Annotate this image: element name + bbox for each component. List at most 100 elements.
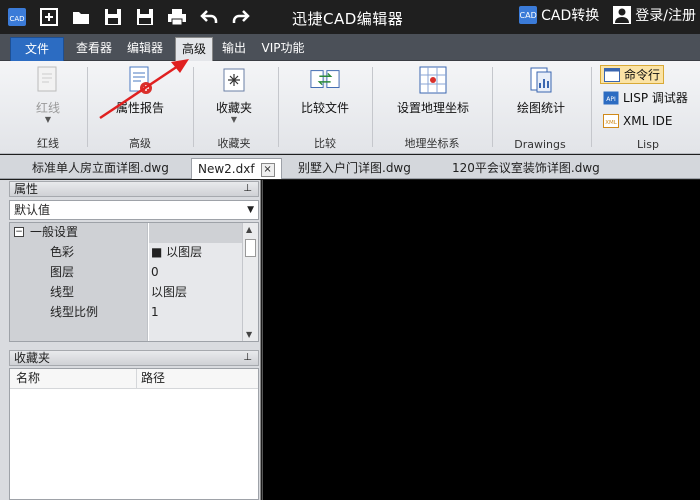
property-name: 色彩: [10, 243, 148, 263]
properties-scrollbar[interactable]: ▲ ▼: [242, 223, 258, 341]
close-icon[interactable]: ×: [260, 162, 275, 177]
group-title-favorites: 收藏夹: [217, 137, 251, 150]
cad-convert-label: CAD转换: [541, 8, 600, 24]
xml-ide-button[interactable]: XML XML IDE: [600, 111, 675, 130]
property-value[interactable]: 0: [149, 263, 242, 283]
tab-editor[interactable]: 编辑器: [120, 37, 170, 61]
tab-viewer[interactable]: 查看器: [70, 37, 118, 61]
group-title-lisp: Lisp: [637, 138, 659, 151]
tab-advanced[interactable]: 高级: [175, 37, 213, 61]
document-tab-label: 标准单人房立面详图.dwg: [32, 161, 169, 175]
tab-vip[interactable]: VIP功能: [256, 37, 310, 61]
property-row[interactable]: 色彩 ■ 以图层: [10, 243, 242, 263]
login-button[interactable]: 登录/注册: [609, 5, 700, 25]
cad-convert-icon: CAD: [519, 6, 538, 24]
app-title: 迅捷CAD编辑器: [292, 10, 404, 28]
chevron-down-icon: ▼: [230, 115, 238, 124]
ribbon-group-advanced: 属性报告 高级: [92, 61, 188, 154]
properties-select[interactable]: 默认值 ▼: [9, 200, 259, 220]
lisp-debugger-icon-text: API: [606, 96, 616, 103]
ribbon-separator: [372, 67, 373, 147]
redo-icon[interactable]: [228, 4, 254, 30]
pin-icon[interactable]: ⊥: [243, 182, 252, 196]
document-tab-label: 别墅入户门详图.dwg: [298, 161, 411, 175]
drawing-canvas[interactable]: [262, 180, 700, 500]
document-tabs: 标准单人房立面详图.dwg New2.dxf × 别墅入户门详图.dwg 120平…: [0, 155, 700, 179]
redline-label: 红线: [35, 101, 60, 115]
ribbon-separator: [492, 67, 493, 147]
favorites-list-header: 名称 路径: [10, 369, 258, 389]
property-category-label: 一般设置: [30, 225, 79, 239]
scroll-up-icon[interactable]: ▲: [246, 225, 252, 234]
favorites-button[interactable]: 收藏夹 ▼: [204, 65, 264, 124]
command-line-button[interactable]: 命令行: [600, 65, 665, 84]
cad-convert-button[interactable]: CAD CAD转换: [515, 5, 603, 25]
compare-files-button[interactable]: 比较文件: [289, 65, 361, 116]
open-folder-icon[interactable]: [68, 4, 94, 30]
ribbon-group-favorites: 收藏夹 ▼ 收藏夹: [198, 61, 270, 154]
lisp-debugger-button[interactable]: API LISP 调试器: [600, 88, 691, 107]
property-category[interactable]: − 一般设置: [10, 223, 242, 243]
save-as-pdf-icon[interactable]: [132, 4, 158, 30]
document-tab[interactable]: 别墅入户门详图.dwg: [292, 158, 417, 179]
lisp-debugger-label: LISP 调试器: [623, 91, 688, 105]
document-tab-label: New2.dxf: [198, 162, 255, 176]
xml-ide-icon-text: XML: [605, 120, 618, 126]
chevron-down-icon: ▼: [247, 205, 254, 215]
pin-icon[interactable]: ⊥: [243, 351, 252, 365]
drawing-statistics-button[interactable]: 绘图统计: [505, 65, 577, 116]
properties-grid: − 一般设置 色彩 ■ 以图层 图层 0 线型 以图层 线型比例 1 ▲ ▼: [9, 222, 259, 342]
new-icon[interactable]: [36, 4, 62, 30]
property-value[interactable]: ■ 以图层: [149, 243, 242, 263]
ribbon-separator: [193, 67, 194, 147]
title-bar: CAD 迅捷CAD编辑器 CAD CAD转换 登录/注册: [0, 0, 700, 34]
print-icon[interactable]: [164, 4, 190, 30]
xml-ide-label: XML IDE: [623, 113, 673, 128]
group-title-redline: 红线: [37, 137, 59, 150]
ribbon-group-lisp: 命令行 API LISP 调试器 XML XML IDE Lisp: [596, 61, 700, 154]
redline-button[interactable]: 红线 ▼: [24, 65, 72, 124]
ribbon-separator: [278, 67, 279, 147]
xml-ide-icon: XML: [603, 113, 619, 128]
ribbon-group-geo: 设置地理坐标 地理坐标系: [377, 61, 487, 154]
attribute-report-button[interactable]: 属性报告: [102, 65, 178, 116]
group-title-drawings: Drawings: [514, 138, 566, 151]
chevron-down-icon: ▼: [44, 115, 52, 124]
column-header-name[interactable]: 名称: [16, 369, 40, 388]
app-logo-icon[interactable]: CAD: [4, 4, 30, 30]
save-icon[interactable]: [100, 4, 126, 30]
property-row[interactable]: 图层 0: [10, 263, 242, 283]
property-value[interactable]: 以图层: [149, 283, 242, 303]
favorites-panel-title: 收藏夹: [14, 351, 51, 365]
scrollbar-thumb[interactable]: [245, 239, 256, 257]
column-header-path[interactable]: 路径: [136, 369, 165, 389]
property-value[interactable]: 1: [149, 303, 242, 323]
set-geo-coordinates-button[interactable]: 设置地理坐标: [385, 65, 481, 116]
property-row[interactable]: 线型 以图层: [10, 283, 242, 303]
user-icon: [613, 6, 632, 24]
tab-file[interactable]: 文件: [10, 37, 64, 61]
command-line-label: 命令行: [624, 68, 661, 82]
document-tab-active[interactable]: New2.dxf ×: [191, 158, 282, 179]
property-name: 图层: [10, 263, 148, 283]
lisp-debugger-icon: API: [603, 91, 619, 104]
property-row[interactable]: 线型比例 1: [10, 303, 242, 323]
group-title-geo: 地理坐标系: [404, 137, 460, 150]
geo-coordinates-icon: [419, 66, 447, 94]
property-name: 线型: [10, 283, 148, 303]
login-label: 登录/注册: [635, 8, 696, 24]
favorites-label: 收藏夹: [215, 101, 252, 115]
collapse-icon[interactable]: −: [14, 227, 24, 237]
redline-icon: [37, 66, 57, 92]
undo-icon[interactable]: [196, 4, 222, 30]
attribute-report-icon: [129, 66, 152, 94]
document-tab[interactable]: 120平会议室装饰详图.dwg: [446, 158, 606, 179]
command-line-icon: [604, 67, 620, 82]
ribbon-separator: [87, 67, 88, 147]
tab-output[interactable]: 输出: [218, 37, 250, 61]
document-tab-label: 120平会议室装饰详图.dwg: [452, 161, 600, 175]
drawing-statistics-label: 绘图统计: [516, 101, 565, 115]
scroll-down-icon[interactable]: ▼: [246, 330, 252, 339]
document-tab[interactable]: 标准单人房立面详图.dwg: [26, 158, 175, 179]
ribbon-separator: [591, 67, 592, 147]
